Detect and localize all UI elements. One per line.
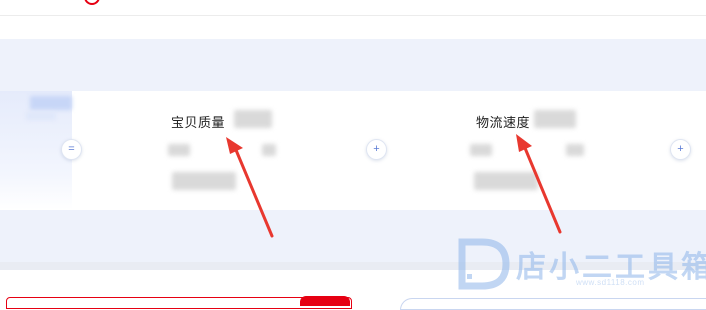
watermark-url: www.sd1118.com [576,278,645,287]
bottom-red-tag [300,296,350,306]
annotation-arrow-logistics [516,134,562,234]
bottom-panel-right [400,298,706,310]
watermark-logo-icon [458,238,510,290]
watermark: 店小二工具箱 www.sd1118.com [456,238,706,292]
annotation-arrow-quality [226,137,274,238]
